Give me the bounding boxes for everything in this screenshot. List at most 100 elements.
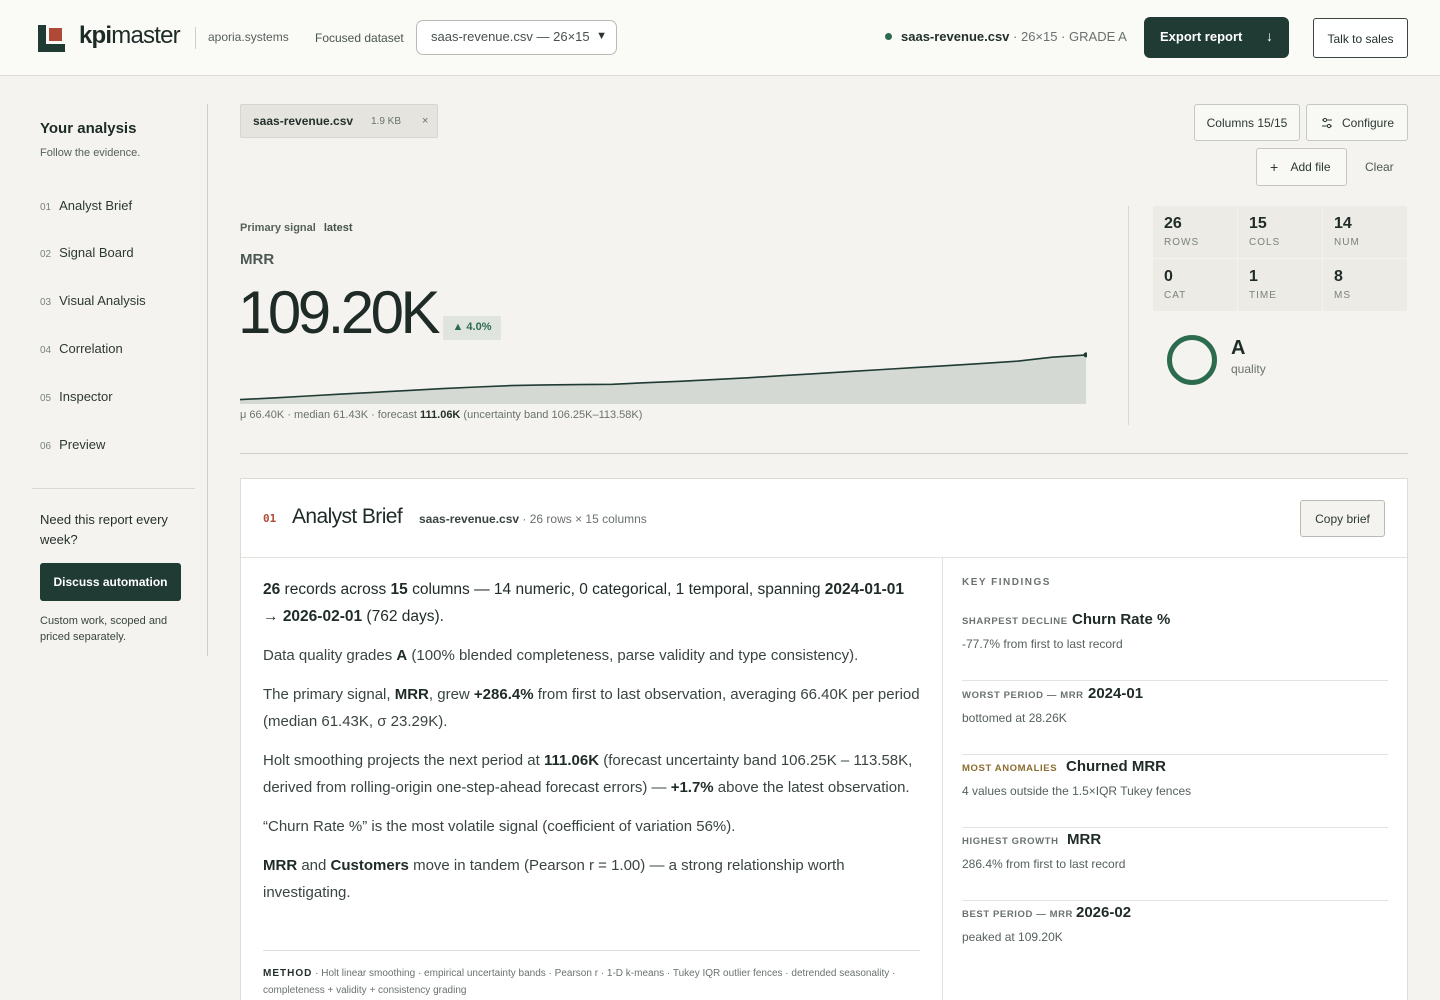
key-findings-title: KEY FINDINGS [962, 577, 1051, 588]
sparkline-area [240, 354, 1086, 404]
brief-paragraph: Data quality grades A (100% blended comp… [263, 642, 921, 669]
sidebar-item-correlation[interactable]: 04 Correlation [40, 341, 123, 356]
file-chip-size: 1.9 KB [371, 116, 402, 127]
stat-value: 1 [1249, 268, 1258, 285]
brief-span: (100% blended completeness, parse validi… [407, 647, 859, 664]
sidebar-title: Your analysis [40, 120, 137, 137]
brief-span: above the latest observation. [713, 779, 910, 796]
stats-forecast: 111.06K [420, 409, 461, 421]
finding-item: SHARPEST DECLINE Churn Rate % -77.7% fro… [962, 607, 1388, 681]
brief-strong: 111.06K [544, 752, 600, 769]
add-file-button[interactable]: + Add file [1256, 148, 1347, 186]
sidebar-item-visual-analysis[interactable]: 03 Visual Analysis [40, 293, 146, 308]
brief-strong: MRR [394, 686, 429, 703]
sidebar-item-analyst-brief[interactable]: 01 Analyst Brief [40, 198, 132, 213]
status-meta: · 26×15 · GRADE A [1009, 29, 1127, 44]
nav-label: Visual Analysis [59, 293, 146, 308]
brief-paragraph: 26 records across 15 columns — 14 numeri… [263, 576, 921, 630]
nav-num: 02 [40, 249, 52, 260]
brief-span: records across [280, 581, 391, 598]
quality-ring-icon [1167, 335, 1217, 385]
close-icon[interactable]: × [422, 115, 428, 127]
method-note: METHOD · Holt linear smoothing · empiric… [263, 965, 920, 999]
brief-paragraph: Holt smoothing projects the next period … [263, 747, 921, 801]
section-meta: saas-revenue.csv · 26 rows × 15 columns [419, 512, 647, 526]
add-file-label: Add file [1290, 160, 1331, 174]
stat-value: 26 [1164, 215, 1182, 232]
sidebar-item-signal-board[interactable]: 02 Signal Board [40, 245, 134, 260]
finding-desc: 4 values outside the 1.5×IQR Tukey fence… [962, 784, 1192, 798]
arrow-down-icon: ↓ [1266, 28, 1273, 44]
finding-tag: WORST PERIOD — MRR [962, 690, 1084, 701]
finding-name: 2024-01 [1088, 685, 1144, 702]
mrr-sparkline-chart [240, 352, 1087, 404]
stat-label: ROWS [1164, 237, 1200, 248]
nav-num: 04 [40, 345, 52, 356]
nav-num: 01 [40, 202, 52, 213]
top-bar: kpimaster aporia.systems Focused dataset… [0, 0, 1440, 76]
brief-strong: MRR [263, 857, 298, 874]
nav-num: 03 [40, 297, 52, 308]
finding-tag: HIGHEST GROWTH [962, 836, 1059, 847]
configure-button[interactable]: Configure [1306, 104, 1408, 141]
stat-rows: 26 ROWS [1153, 206, 1237, 258]
finding-name: Churn Rate % [1072, 611, 1171, 628]
automation-note: Custom work, scoped and priced separatel… [40, 615, 168, 643]
discuss-automation-button[interactable]: Discuss automation [40, 563, 181, 601]
finding-name: Churned MRR [1066, 758, 1166, 775]
finding-tag: SHARPEST DECLINE [962, 616, 1068, 627]
columns-button[interactable]: Columns 15/15 [1194, 104, 1300, 141]
brief-strong: 26 [263, 581, 281, 598]
sidebar-item-inspector[interactable]: 05 Inspector [40, 389, 113, 404]
stat-label: COLS [1249, 237, 1281, 248]
brief-strong: 2024-01-01 [824, 581, 905, 598]
quality-label: quality [1231, 362, 1266, 376]
status-dot-icon [885, 33, 892, 40]
stat-value: 8 [1334, 268, 1343, 285]
brief-span: Data quality grades [263, 647, 397, 664]
brief-span: and [297, 857, 331, 874]
method-divider [263, 950, 920, 951]
copy-brief-button[interactable]: Copy brief [1300, 500, 1385, 537]
meta-file: saas-revenue.csv [419, 512, 520, 526]
stat-label: NUM [1334, 237, 1360, 248]
sidebar-item-preview[interactable]: 06 Preview [40, 437, 105, 452]
file-chip[interactable]: saas-revenue.csv 1.9 KB × [240, 104, 438, 138]
dataset-select[interactable]: saas-revenue.csv — 26×15 ▼ [416, 20, 617, 55]
chevron-down-icon: ▼ [596, 30, 607, 42]
brief-text: 26 records across 15 columns — 14 numeri… [263, 576, 921, 918]
finding-item: WORST PERIOD — MRR 2024-01 bottomed at 2… [962, 681, 1388, 755]
finding-name: MRR [1067, 831, 1102, 848]
key-findings-divider [942, 558, 943, 1000]
brief-paragraph: The primary signal, MRR, grew +286.4% fr… [263, 681, 921, 735]
brief-span: , grew [428, 686, 474, 703]
automation-cta-text: Need this report every week? [40, 512, 168, 547]
talk-to-sales-button[interactable]: Talk to sales [1313, 18, 1408, 58]
brief-strong: 15 [390, 581, 408, 598]
configure-label: Configure [1341, 116, 1395, 130]
finding-desc: bottomed at 28.26K [962, 711, 1067, 725]
domain-link[interactable]: aporia.systems [208, 30, 289, 44]
finding-tag: MOST ANOMALIES [962, 763, 1058, 774]
clear-button[interactable]: Clear [1365, 160, 1394, 174]
nav-num: 05 [40, 393, 52, 404]
export-report-button[interactable]: Export report ↓ [1144, 17, 1289, 58]
primary-signal-text: Primary signal [240, 222, 316, 234]
brief-span: Holt smoothing projects the next period … [263, 752, 544, 769]
brief-span: (762 days). [362, 608, 444, 625]
stat-time: 1 TIME [1238, 259, 1322, 311]
method-text: · Holt linear smoothing · empirical unce… [263, 968, 896, 996]
file-chip-name: saas-revenue.csv [253, 114, 354, 128]
sidebar-divider [32, 488, 195, 489]
primary-metric-value: 109.20K [238, 279, 441, 346]
method-label: METHOD [263, 968, 313, 979]
kpimaster-logo-icon [38, 25, 65, 52]
brief-span: columns — 14 numeric, 0 categorical, 1 t… [407, 581, 825, 598]
nav-label: Preview [59, 437, 106, 452]
vertical-divider [1128, 206, 1129, 425]
brief-strong: A [396, 647, 408, 664]
brand-name[interactable]: kpimaster [79, 22, 181, 50]
finding-item: MOST ANOMALIES Churned MRR 4 values outs… [962, 754, 1388, 828]
stat-cols: 15 COLS [1238, 206, 1322, 258]
sliders-icon [1322, 117, 1332, 129]
